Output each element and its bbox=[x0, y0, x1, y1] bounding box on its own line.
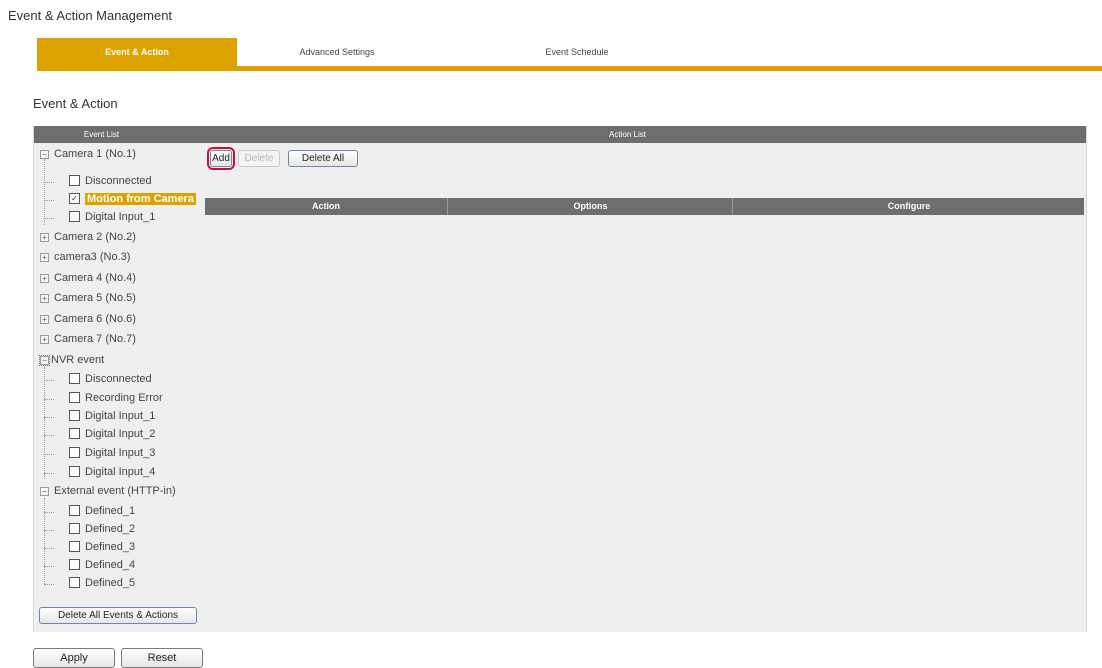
tree-line bbox=[44, 435, 54, 436]
tree-item-label: Digital Input_1 bbox=[85, 410, 156, 422]
section-title: Event & Action bbox=[33, 96, 118, 111]
event-action-panel: Event List Action List − Camera 1 (No.1)… bbox=[33, 126, 1087, 632]
tree-line bbox=[44, 530, 54, 531]
tree-node-camera-4[interactable]: Camera 4 (No.4) bbox=[54, 269, 136, 288]
tab-advanced-settings[interactable]: Advanced Settings bbox=[237, 38, 437, 66]
tree-line bbox=[44, 498, 45, 584]
tab-event-schedule[interactable]: Event Schedule bbox=[477, 38, 677, 66]
checkbox[interactable] bbox=[69, 576, 80, 588]
tab-underline bbox=[37, 66, 1102, 71]
expand-icon[interactable]: + bbox=[40, 315, 49, 324]
expand-icon[interactable]: + bbox=[40, 274, 49, 283]
reset-button[interactable]: Reset bbox=[121, 648, 203, 668]
tree-item-label: Defined_3 bbox=[85, 541, 136, 553]
tree-item-recording-error[interactable]: Recording Error bbox=[69, 389, 163, 408]
collapse-icon[interactable]: − bbox=[40, 487, 49, 496]
add-button[interactable]: Add bbox=[207, 147, 235, 170]
tree-line bbox=[44, 584, 54, 585]
tree-item-label: Disconnected bbox=[85, 175, 152, 187]
tab-event-action[interactable]: Event & Action bbox=[37, 38, 237, 66]
collapse-icon[interactable]: − bbox=[39, 355, 50, 366]
expand-icon[interactable]: + bbox=[40, 233, 49, 242]
checkbox[interactable] bbox=[69, 465, 80, 477]
checkbox[interactable] bbox=[69, 174, 80, 186]
delete-all-button[interactable]: Delete All bbox=[288, 150, 358, 167]
tree-item-label: Defined_2 bbox=[85, 523, 136, 535]
tree-node-camera-6[interactable]: Camera 6 (No.6) bbox=[54, 310, 136, 329]
action-list-header: Action List bbox=[609, 130, 646, 139]
delete-button[interactable]: Delete bbox=[238, 150, 280, 167]
tree-line bbox=[44, 200, 54, 201]
tree-line bbox=[44, 380, 54, 381]
tree-line bbox=[44, 512, 54, 513]
panel-header: Event List Action List bbox=[34, 126, 1086, 143]
event-tree: − Camera 1 (No.1) Disconnected ✓ Motion f… bbox=[34, 143, 204, 632]
tree-line bbox=[44, 367, 45, 479]
tree-node-camera-3[interactable]: camera3 (No.3) bbox=[54, 248, 130, 267]
tab-bar: Event & Action Advanced Settings Event S… bbox=[37, 38, 1102, 71]
tree-item-label: Disconnected bbox=[85, 373, 152, 385]
tree-item-defined-4[interactable]: Defined_4 bbox=[69, 556, 135, 575]
tree-item-label: Digital Input_1 bbox=[85, 211, 156, 223]
checkbox[interactable] bbox=[69, 558, 80, 570]
checkbox[interactable] bbox=[69, 391, 80, 403]
expand-icon[interactable]: + bbox=[40, 253, 49, 262]
tree-item-defined-2[interactable]: Defined_2 bbox=[69, 520, 135, 539]
checkbox[interactable] bbox=[69, 446, 80, 458]
tree-line bbox=[44, 399, 54, 400]
column-header-action: Action bbox=[312, 201, 340, 211]
tree-item-nvr-digital-input-3[interactable]: Digital Input_3 bbox=[69, 444, 155, 463]
tree-line bbox=[44, 218, 54, 219]
column-header-options: Options bbox=[447, 198, 733, 215]
checkbox[interactable] bbox=[69, 522, 80, 534]
column-header-configure: Configure bbox=[732, 198, 1085, 215]
tree-item-label: Digital Input_3 bbox=[85, 447, 156, 459]
collapse-icon[interactable]: − bbox=[40, 150, 49, 159]
tree-item-motion-from-camera[interactable]: ✓ Motion from Camera bbox=[69, 190, 196, 209]
tree-item-nvr-digital-input-1[interactable]: Digital Input_1 bbox=[69, 407, 155, 426]
tree-item-defined-1[interactable]: Defined_1 bbox=[69, 502, 135, 521]
tree-node-camera-2[interactable]: Camera 2 (No.2) bbox=[54, 228, 136, 247]
tree-item-label-selected: Motion from Camera bbox=[85, 193, 196, 205]
tree-item-disconnected[interactable]: Disconnected bbox=[69, 172, 152, 191]
checkbox[interactable] bbox=[69, 504, 80, 516]
checkbox-checked[interactable]: ✓ bbox=[69, 192, 80, 204]
checkbox[interactable] bbox=[69, 409, 80, 421]
tree-node-camera-7[interactable]: Camera 7 (No.7) bbox=[54, 330, 136, 349]
page-title: Event & Action Management bbox=[8, 8, 173, 23]
tree-item-defined-5[interactable]: Defined_5 bbox=[69, 574, 135, 593]
tree-item-label: Defined_5 bbox=[85, 577, 136, 589]
apply-button[interactable]: Apply bbox=[33, 648, 115, 668]
tree-item-nvr-disconnected[interactable]: Disconnected bbox=[69, 370, 152, 389]
event-list-header: Event List bbox=[83, 130, 120, 139]
tree-line bbox=[44, 473, 54, 474]
delete-all-events-button[interactable]: Delete All Events & Actions bbox=[39, 607, 197, 624]
tree-item-label: Digital Input_2 bbox=[85, 428, 156, 440]
tree-line bbox=[44, 159, 45, 225]
tree-node-camera-1[interactable]: Camera 1 (No.1) bbox=[54, 145, 136, 164]
tree-node-external-event[interactable]: External event (HTTP-in) bbox=[54, 482, 176, 501]
tree-node-camera-5[interactable]: Camera 5 (No.5) bbox=[54, 289, 136, 308]
expand-icon[interactable]: + bbox=[40, 294, 49, 303]
tree-line bbox=[44, 566, 54, 567]
tree-line bbox=[44, 454, 54, 455]
tree-item-nvr-digital-input-4[interactable]: Digital Input_4 bbox=[69, 463, 155, 482]
tree-item-label: Digital Input_4 bbox=[85, 466, 156, 478]
checkbox[interactable] bbox=[69, 540, 80, 552]
tree-item-nvr-digital-input-2[interactable]: Digital Input_2 bbox=[69, 425, 155, 444]
tree-line bbox=[44, 417, 54, 418]
checkbox[interactable] bbox=[69, 210, 80, 222]
tree-item-label: Recording Error bbox=[85, 392, 163, 404]
checkbox[interactable] bbox=[69, 427, 80, 439]
tree-node-nvr-event[interactable]: NVR event bbox=[51, 351, 104, 370]
tree-item-digital-input-1[interactable]: Digital Input_1 bbox=[69, 208, 155, 227]
checkbox[interactable] bbox=[69, 372, 80, 384]
tree-line bbox=[44, 548, 54, 549]
tree-item-defined-3[interactable]: Defined_3 bbox=[69, 538, 135, 557]
action-table-header: Action Options Configure bbox=[205, 198, 1084, 215]
expand-icon[interactable]: + bbox=[40, 335, 49, 344]
tree-item-label: Defined_1 bbox=[85, 505, 136, 517]
tree-item-label: Defined_4 bbox=[85, 559, 136, 571]
tree-line bbox=[44, 182, 54, 183]
